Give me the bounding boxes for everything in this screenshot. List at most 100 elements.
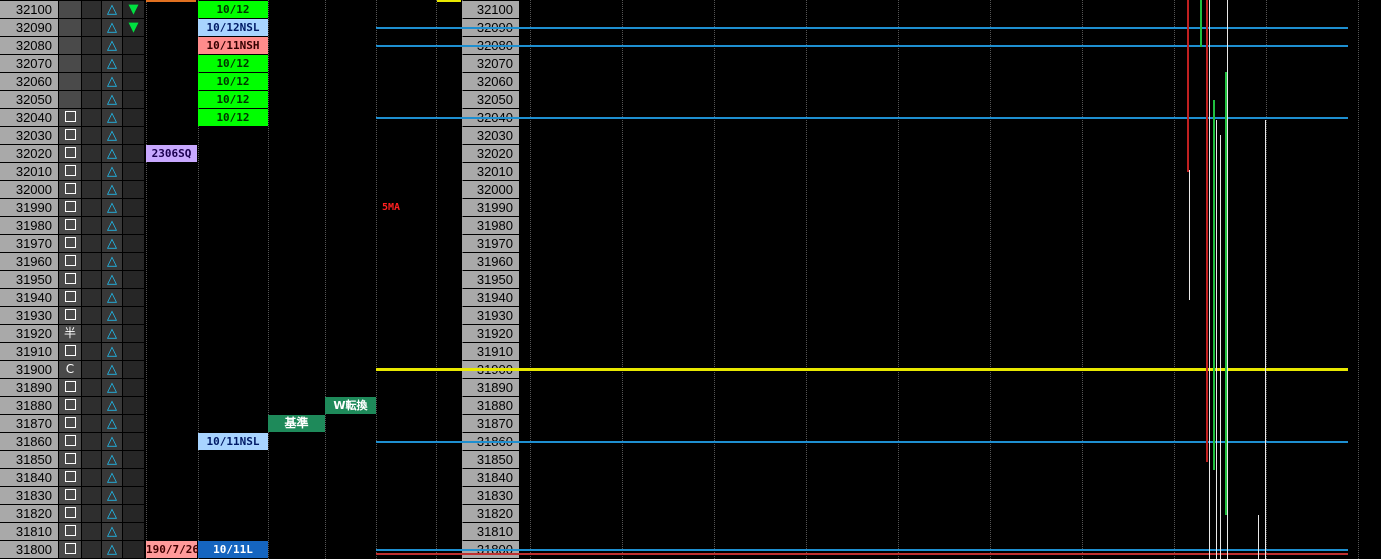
- mark-cell[interactable]: [59, 253, 81, 270]
- mark-cell[interactable]: [59, 1, 81, 18]
- mark-cell[interactable]: [59, 163, 81, 180]
- price-cell[interactable]: 32000: [0, 181, 58, 198]
- price-row[interactable]: 31970 △ 31970: [0, 235, 1381, 253]
- triangle-order-button[interactable]: △: [102, 325, 122, 342]
- arrow-cell[interactable]: [123, 433, 144, 450]
- arrow-cell[interactable]: [123, 37, 144, 54]
- price-cell[interactable]: 31900: [0, 361, 58, 378]
- mark-cell[interactable]: [59, 433, 81, 450]
- mark-cell[interactable]: [59, 451, 81, 468]
- price-cell[interactable]: 31850: [0, 451, 58, 468]
- price-cell-secondary[interactable]: 32010: [462, 163, 519, 180]
- mark-cell[interactable]: [59, 181, 81, 198]
- triangle-order-button[interactable]: △: [102, 343, 122, 360]
- triangle-order-button[interactable]: △: [102, 1, 122, 18]
- price-row[interactable]: 31940 △ 31940: [0, 289, 1381, 307]
- price-cell-secondary[interactable]: 31930: [462, 307, 519, 324]
- price-cell-secondary[interactable]: 31910: [462, 343, 519, 360]
- triangle-order-button[interactable]: △: [102, 271, 122, 288]
- price-row[interactable]: 32000 △ 32000: [0, 181, 1381, 199]
- price-cell[interactable]: 31860: [0, 433, 58, 450]
- triangle-order-button[interactable]: △: [102, 163, 122, 180]
- checkbox-icon[interactable]: [64, 273, 76, 284]
- checkbox-icon[interactable]: [64, 435, 76, 446]
- checkbox-icon[interactable]: [64, 345, 76, 356]
- checkbox-icon[interactable]: [64, 471, 76, 482]
- price-row[interactable]: 31820 △ 31820: [0, 505, 1381, 523]
- price-cell-secondary[interactable]: 31840: [462, 469, 519, 486]
- checkbox-icon[interactable]: [64, 147, 76, 158]
- price-cell[interactable]: 32040: [0, 109, 58, 126]
- price-cell[interactable]: 31800: [0, 541, 58, 558]
- price-cell[interactable]: 31840: [0, 469, 58, 486]
- triangle-order-button[interactable]: △: [102, 361, 122, 378]
- mark-cell[interactable]: [59, 271, 81, 288]
- mark-cell[interactable]: [59, 379, 81, 396]
- mark-cell[interactable]: [59, 217, 81, 234]
- arrow-cell[interactable]: [123, 235, 144, 252]
- mark-cell[interactable]: [59, 415, 81, 432]
- price-cell[interactable]: 31870: [0, 415, 58, 432]
- price-cell-secondary[interactable]: 31950: [462, 271, 519, 288]
- arrow-cell[interactable]: [123, 91, 144, 108]
- price-cell[interactable]: 31980: [0, 217, 58, 234]
- price-row[interactable]: 31990 △ 31990: [0, 199, 1381, 217]
- price-cell-secondary[interactable]: 31810: [462, 523, 519, 540]
- checkbox-icon[interactable]: [64, 381, 76, 392]
- price-cell[interactable]: 31880: [0, 397, 58, 414]
- price-cell-secondary[interactable]: 32000: [462, 181, 519, 198]
- triangle-order-button[interactable]: △: [102, 109, 122, 126]
- arrow-cell[interactable]: [123, 415, 144, 432]
- price-row[interactable]: 31960 △ 31960: [0, 253, 1381, 271]
- triangle-order-button[interactable]: △: [102, 523, 122, 540]
- price-row[interactable]: 31830 △ 31830: [0, 487, 1381, 505]
- price-cell-secondary[interactable]: 31820: [462, 505, 519, 522]
- mark-cell[interactable]: [59, 109, 81, 126]
- checkbox-icon[interactable]: [64, 489, 76, 500]
- triangle-order-button[interactable]: △: [102, 307, 122, 324]
- price-row[interactable]: 32030 △ 32030: [0, 127, 1381, 145]
- price-row[interactable]: 31840 △ 31840: [0, 469, 1381, 487]
- mark-cell[interactable]: [59, 541, 81, 558]
- price-row[interactable]: 31920 半 △ 31920: [0, 325, 1381, 343]
- price-cell[interactable]: 32010: [0, 163, 58, 180]
- arrow-cell[interactable]: [123, 379, 144, 396]
- price-row[interactable]: 31880 △ 31880: [0, 397, 1381, 415]
- arrow-cell[interactable]: [123, 217, 144, 234]
- price-cell[interactable]: 31810: [0, 523, 58, 540]
- price-cell[interactable]: 31990: [0, 199, 58, 216]
- triangle-order-button[interactable]: △: [102, 289, 122, 306]
- price-cell-secondary[interactable]: 31920: [462, 325, 519, 342]
- triangle-order-button[interactable]: △: [102, 73, 122, 90]
- price-row[interactable]: 31950 △ 31950: [0, 271, 1381, 289]
- triangle-order-button[interactable]: △: [102, 19, 122, 36]
- checkbox-icon[interactable]: [64, 129, 76, 140]
- price-cell-secondary[interactable]: 31990: [462, 199, 519, 216]
- arrow-cell[interactable]: [123, 325, 144, 342]
- price-row[interactable]: 31870 △ 31870: [0, 415, 1381, 433]
- price-cell[interactable]: 31920: [0, 325, 58, 342]
- arrow-cell[interactable]: [123, 307, 144, 324]
- price-cell-secondary[interactable]: 31970: [462, 235, 519, 252]
- checkbox-icon[interactable]: [64, 165, 76, 176]
- mark-cell[interactable]: [59, 289, 81, 306]
- price-cell[interactable]: 32090: [0, 19, 58, 36]
- triangle-order-button[interactable]: △: [102, 487, 122, 504]
- price-cell[interactable]: 31950: [0, 271, 58, 288]
- arrow-cell[interactable]: [123, 469, 144, 486]
- arrow-cell[interactable]: [123, 361, 144, 378]
- mark-cell[interactable]: [59, 235, 81, 252]
- price-cell[interactable]: 31970: [0, 235, 58, 252]
- triangle-order-button[interactable]: △: [102, 505, 122, 522]
- price-cell-secondary[interactable]: 31960: [462, 253, 519, 270]
- triangle-order-button[interactable]: △: [102, 379, 122, 396]
- checkbox-icon[interactable]: [64, 543, 76, 554]
- price-cell[interactable]: 31890: [0, 379, 58, 396]
- price-cell-secondary[interactable]: 31880: [462, 397, 519, 414]
- price-cell-secondary[interactable]: 32100: [462, 1, 519, 18]
- price-cell-secondary[interactable]: 32050: [462, 91, 519, 108]
- price-cell-secondary[interactable]: 32070: [462, 55, 519, 72]
- checkbox-icon[interactable]: [64, 255, 76, 266]
- mark-cell[interactable]: [59, 487, 81, 504]
- arrow-cell[interactable]: [123, 397, 144, 414]
